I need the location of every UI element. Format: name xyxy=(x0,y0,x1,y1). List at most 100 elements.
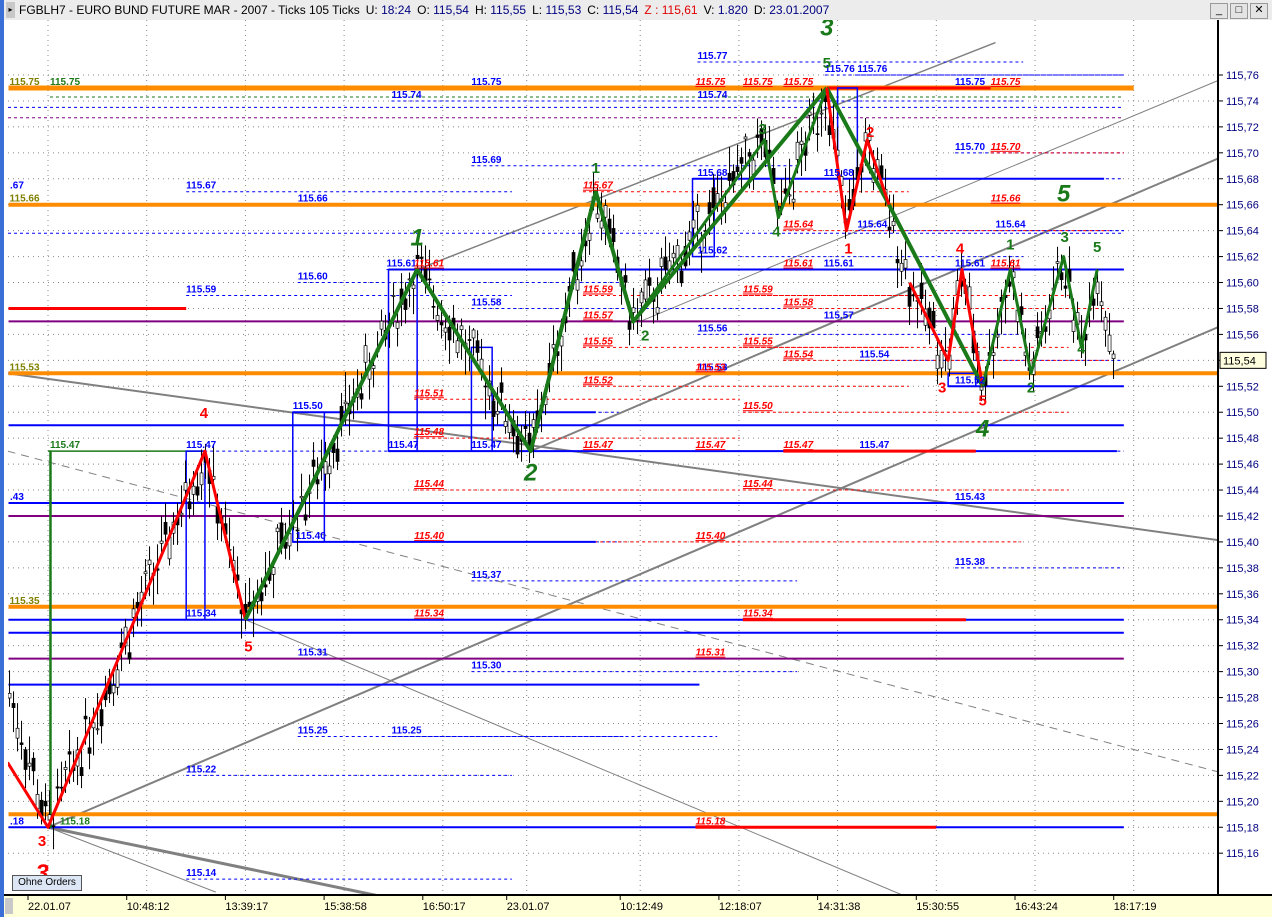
candle-body xyxy=(787,194,792,197)
time-tick-label: 10:12:49 xyxy=(620,901,663,913)
candle-body xyxy=(403,298,408,310)
price-tick-label: 115,66 xyxy=(1226,200,1259,212)
level-label: 115.52 xyxy=(583,375,613,386)
level-label: 115.53 xyxy=(10,362,40,373)
candle-body xyxy=(427,278,432,281)
level-label: 115.75 xyxy=(743,77,773,88)
level-label: 115.40 xyxy=(414,531,444,542)
level-label: 115.47 xyxy=(50,440,80,451)
candle-body xyxy=(575,279,580,291)
wave-count-label: 2 xyxy=(523,459,538,486)
header-field-label: U: xyxy=(365,3,378,17)
header-field-label: D: xyxy=(753,3,766,17)
level-label: 115.34 xyxy=(186,609,216,620)
level-label: 115.47 xyxy=(695,440,725,451)
ohne-orders-button[interactable]: Ohne Orders xyxy=(12,875,82,891)
wave-count-label: 4 xyxy=(772,224,781,241)
candle-body xyxy=(531,419,536,428)
candle-body xyxy=(99,709,104,727)
level-label: 115.58 xyxy=(471,297,501,308)
wave-count-label: 5 xyxy=(1093,239,1101,256)
candle-body xyxy=(467,339,472,341)
header-menu-grip[interactable]: ▸ xyxy=(6,2,15,18)
candles xyxy=(8,88,1116,850)
level-label: 115.37 xyxy=(471,570,501,581)
price-tick-label: 115,24 xyxy=(1226,744,1259,756)
wave-count-label: 3 xyxy=(38,833,46,850)
level-label: 115.64 xyxy=(857,220,887,231)
candle-body xyxy=(187,501,192,510)
level-label: 115.61 xyxy=(955,259,985,270)
level-label: 115.62 xyxy=(697,246,727,257)
level-label: 115.30 xyxy=(471,661,501,672)
level-label: 115.74 xyxy=(391,90,421,101)
candle-body xyxy=(475,340,480,353)
wave-count-label: 5 xyxy=(1057,181,1071,208)
level-label: 115.44 xyxy=(414,479,444,490)
candle-body xyxy=(111,685,116,694)
level-label: 115.58 xyxy=(783,297,813,308)
candle-body xyxy=(895,259,900,264)
level-label: 115.75 xyxy=(991,77,1021,88)
level-label: 115.64 xyxy=(783,220,813,231)
candle-body xyxy=(491,400,496,417)
time-axis-grip xyxy=(5,898,13,914)
wave-count-label: 2 xyxy=(1027,379,1035,396)
header-field-label: C: xyxy=(587,3,600,17)
candle-body xyxy=(83,715,88,720)
candle-body xyxy=(1059,272,1064,281)
header-field-label: O: xyxy=(417,3,430,17)
candle-body xyxy=(595,213,600,219)
candle-body xyxy=(515,435,520,455)
candle-body xyxy=(655,307,660,314)
price-tick-label: 115,76 xyxy=(1226,70,1259,82)
wave-count-label: 1 xyxy=(592,160,600,177)
price-tick-label: 115,16 xyxy=(1226,848,1259,860)
plot-area: 115.77115.75115.74 115.74115.69115.67115.… xyxy=(8,20,1218,895)
close-button[interactable]: ✕ xyxy=(1250,3,1268,19)
candle-body xyxy=(663,256,668,270)
candle-body xyxy=(1099,301,1104,306)
candle-body xyxy=(687,231,692,241)
candle-body xyxy=(739,157,744,164)
level-label: 115.18 xyxy=(695,816,725,827)
candle-body xyxy=(611,228,616,243)
maximize-button[interactable]: □ xyxy=(1230,3,1248,19)
level-label: 115.44 xyxy=(743,479,773,490)
candle-body xyxy=(447,326,452,341)
price-tick-label: 115,56 xyxy=(1226,329,1259,341)
level-label: 115.47 xyxy=(389,440,419,451)
symbol-title: FGBLH7 - EURO BUND FUTURE MAR - 2007 - T… xyxy=(19,3,360,17)
candle-body xyxy=(395,322,400,329)
trendline xyxy=(245,619,904,895)
header-field-value: 115,53 xyxy=(542,3,582,17)
candle-body xyxy=(639,291,644,304)
price-tick-label: 115,70 xyxy=(1226,148,1259,160)
level-label: 115.35 xyxy=(10,596,40,607)
candle-body xyxy=(79,767,84,777)
level-label: 115.40 xyxy=(296,531,326,542)
level-label: 115.14 xyxy=(186,868,216,879)
candle-body xyxy=(191,485,196,495)
minimize-button[interactable]: _ xyxy=(1210,3,1228,19)
level-label: 115.59 xyxy=(743,284,773,295)
price-chart[interactable]: 115.77115.75115.74 115.74115.69115.67115.… xyxy=(0,0,1272,917)
candle-body xyxy=(443,327,448,333)
level-label: 115.34 xyxy=(743,609,773,620)
candle-body xyxy=(67,751,72,755)
level-label: 115.75 xyxy=(955,77,985,88)
candle-body xyxy=(363,345,368,363)
candle-body xyxy=(899,262,904,272)
candle-body xyxy=(695,204,700,212)
price-tick-label: 115,20 xyxy=(1226,796,1259,808)
price-tick-label: 115,18 xyxy=(1226,822,1259,834)
candle-body xyxy=(939,350,944,369)
level-label: 115.31 xyxy=(695,648,725,659)
candle-body xyxy=(127,652,132,660)
candle-body xyxy=(311,459,316,467)
wave-count-label: 4 xyxy=(975,415,989,442)
candle-body xyxy=(523,426,528,429)
price-tick-label: 115,46 xyxy=(1226,459,1259,471)
level-label: 115.47 xyxy=(471,440,501,451)
chart-header: ▸ FGBLH7 - EURO BUND FUTURE MAR - 2007 - … xyxy=(4,0,1272,20)
